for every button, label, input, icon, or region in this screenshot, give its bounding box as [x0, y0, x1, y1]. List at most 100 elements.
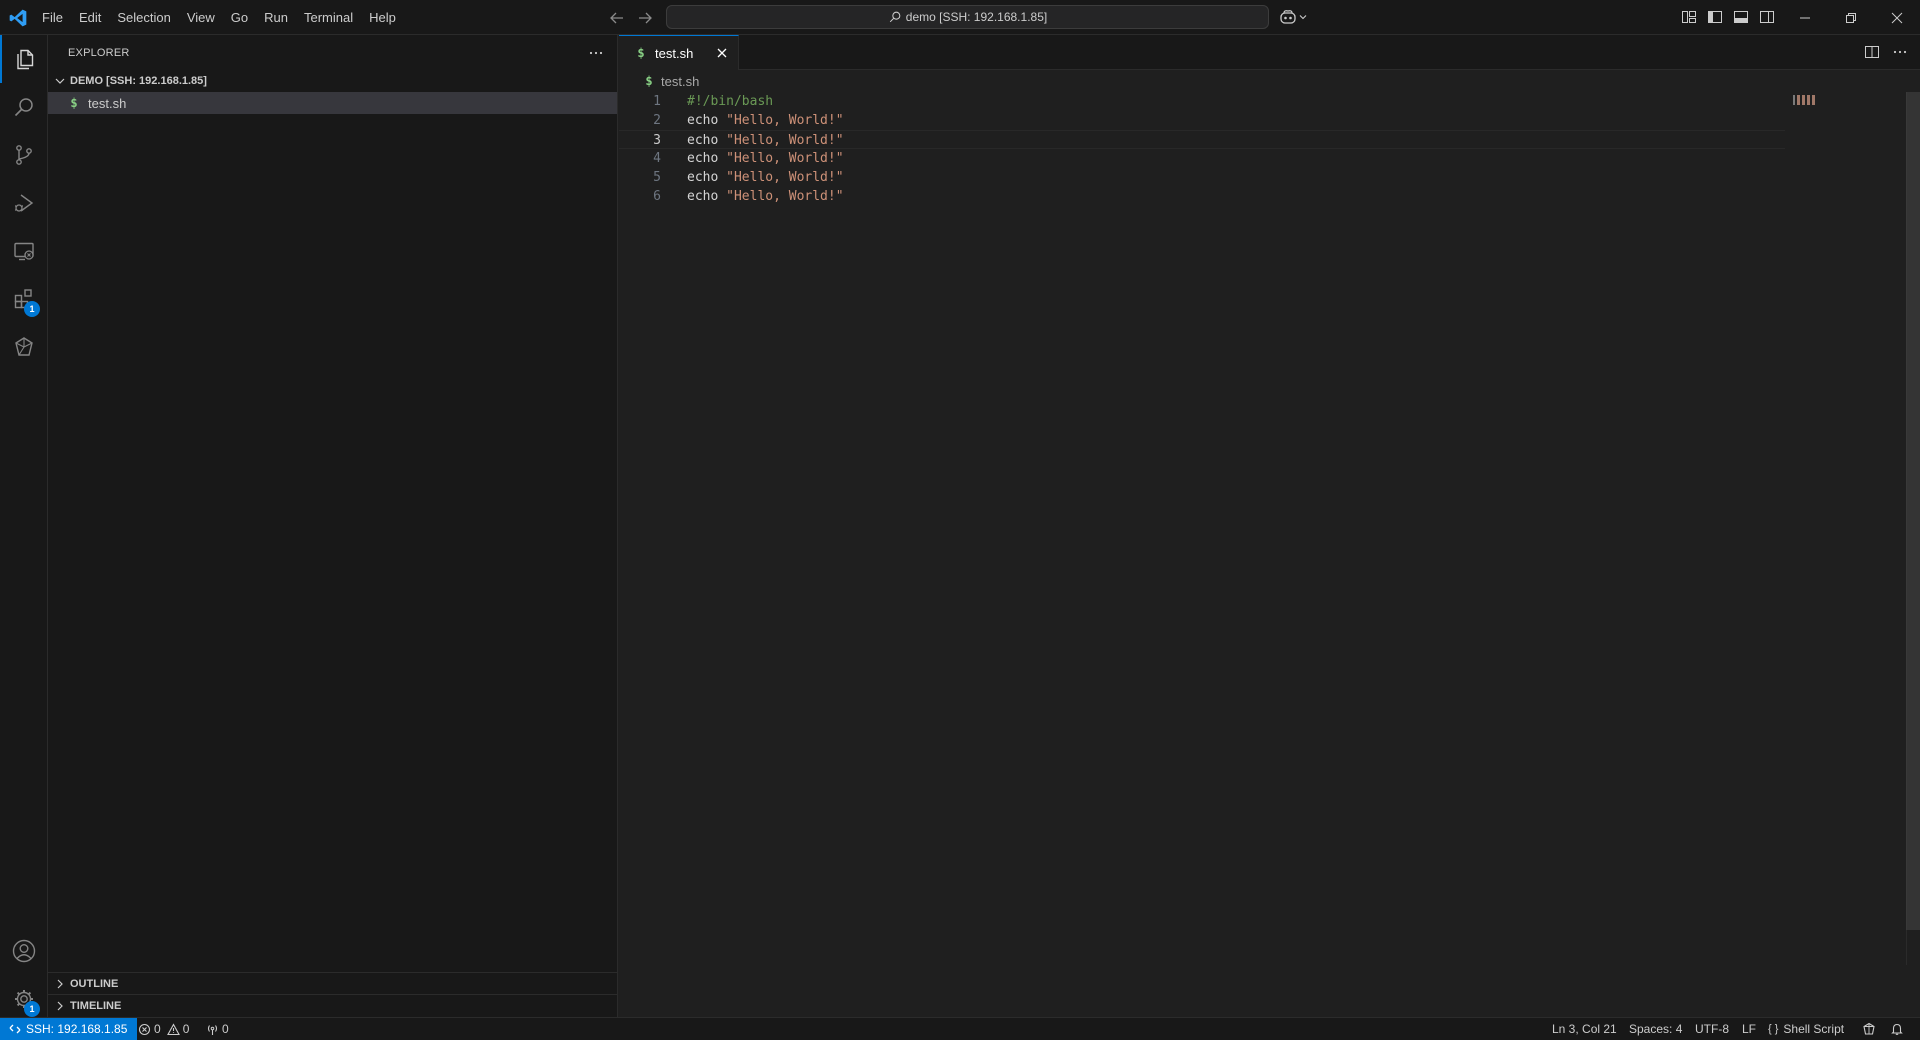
- tab-bar: $ test.sh: [619, 35, 1920, 70]
- restore-button[interactable]: [1828, 0, 1874, 35]
- timeline-pane-label: TIMELINE: [70, 999, 122, 1012]
- menu-help[interactable]: Help: [361, 5, 404, 31]
- sidebar-title: EXPLORER: [68, 47, 130, 59]
- title-bar: File Edit Selection View Go Run Terminal…: [0, 0, 1920, 35]
- restore-icon: [1846, 12, 1856, 23]
- toggle-panel-icon[interactable]: [1732, 8, 1750, 26]
- editor-group: $ test.sh $ test.sh 1 #!/bin/bash 2 echo "H…: [619, 35, 1920, 1017]
- gitlens-view-button[interactable]: [0, 323, 48, 371]
- remote-indicator[interactable]: SSH: 192.168.1.85: [0, 1018, 138, 1040]
- menu-file[interactable]: File: [34, 5, 71, 31]
- minimize-icon: [1800, 17, 1810, 18]
- language-mode-status[interactable]: { } Shell Script: [1768, 1018, 1844, 1040]
- code-line[interactable]: 6 echo "Hello, World!": [619, 187, 1919, 206]
- problems-status[interactable]: 0 0: [138, 1018, 189, 1040]
- copilot-status[interactable]: [1862, 1018, 1879, 1040]
- arrow-left-icon[interactable]: [607, 8, 627, 28]
- line-content: echo "Hello, World!": [687, 111, 844, 130]
- cursor-position: Ln 3, Col 21: [1552, 1022, 1617, 1036]
- gitlens-icon: [15, 337, 33, 356]
- braces-icon: { }: [1768, 1023, 1779, 1035]
- workspace-folder-header[interactable]: DEMO [SSH: 192.168.1.85]: [48, 70, 618, 92]
- line-number: 2: [653, 113, 661, 128]
- manage-badge: 1: [24, 1001, 40, 1017]
- eol: LF: [1742, 1022, 1757, 1036]
- shell-file-icon: $: [645, 74, 653, 88]
- file-tree-item[interactable]: $ test.sh: [48, 92, 617, 114]
- code-token: "Hello, World!": [726, 170, 844, 185]
- menu-run[interactable]: Run: [256, 5, 296, 31]
- code-line[interactable]: 5 echo "Hello, World!": [619, 168, 1919, 187]
- code-line[interactable]: 1 #!/bin/bash: [619, 92, 1919, 111]
- copilot-icon: [1280, 10, 1296, 24]
- encoding: UTF-8: [1695, 1022, 1729, 1036]
- accounts-button[interactable]: [0, 927, 48, 975]
- breadcrumb-file: test.sh: [661, 73, 700, 89]
- tab-label: test.sh: [655, 45, 694, 61]
- minimap[interactable]: [1793, 94, 1817, 106]
- chevron-right-icon: [57, 1001, 63, 1010]
- extensions-badge: 1: [24, 301, 40, 317]
- command-center-label: demo [SSH: 192.168.1.85]: [905, 10, 1048, 24]
- code-line[interactable]: 3 echo "Hello, World!": [619, 130, 1785, 149]
- code-line[interactable]: 4 echo "Hello, World!": [619, 149, 1919, 168]
- line-content: echo "Hello, World!": [687, 149, 844, 168]
- error-count: 0: [154, 1022, 161, 1036]
- arrow-right-icon[interactable]: [635, 8, 655, 28]
- more-actions-icon[interactable]: [586, 43, 606, 63]
- code-line[interactable]: 2 echo "Hello, World!": [619, 111, 1919, 130]
- outline-pane-header[interactable]: OUTLINE: [48, 972, 618, 994]
- source-control-view-button[interactable]: [0, 131, 48, 179]
- code-token: "Hello, World!": [726, 151, 844, 166]
- eol-status[interactable]: LF: [1742, 1018, 1756, 1040]
- code-token: "Hello, World!": [726, 133, 844, 148]
- vscode-logo-icon[interactable]: [8, 8, 28, 28]
- timeline-pane-header[interactable]: TIMELINE: [48, 994, 618, 1016]
- close-window-button[interactable]: [1874, 0, 1920, 35]
- language-mode: Shell Script: [1783, 1022, 1845, 1036]
- ports-status[interactable]: 0: [206, 1018, 229, 1040]
- encoding-status[interactable]: UTF-8: [1695, 1018, 1729, 1040]
- toggle-primary-sidebar-icon[interactable]: [1706, 8, 1724, 26]
- scrollbar-thumb[interactable]: [1906, 92, 1920, 930]
- minimize-button[interactable]: [1782, 0, 1828, 35]
- code-editor[interactable]: 1 #!/bin/bash 2 echo "Hello, World!" 3 echo "…: [619, 92, 1919, 206]
- source-control-icon: [16, 145, 32, 165]
- line-content: echo "Hello, World!": [687, 168, 844, 187]
- menu-terminal[interactable]: Terminal: [296, 5, 361, 31]
- command-center-search[interactable]: demo [SSH: 192.168.1.85]: [666, 5, 1269, 29]
- menu-view[interactable]: View: [179, 5, 223, 31]
- notifications-status[interactable]: [1890, 1018, 1907, 1040]
- explorer-view-button[interactable]: [0, 35, 48, 83]
- explorer-sidebar: EXPLORER DEMO [SSH: 192.168.1.85] $ test…: [48, 35, 618, 1017]
- split-editor-icon[interactable]: [1864, 44, 1880, 60]
- cursor-position-status[interactable]: Ln 3, Col 21: [1552, 1018, 1617, 1040]
- menu-selection[interactable]: Selection: [109, 5, 178, 31]
- run-debug-view-button[interactable]: [0, 179, 48, 227]
- line-content: echo "Hello, World!": [687, 131, 844, 150]
- search-view-button[interactable]: [0, 83, 48, 131]
- line-content: #!/bin/bash: [687, 92, 773, 111]
- chevron-down-icon: [55, 78, 65, 84]
- toggle-secondary-sidebar-icon[interactable]: [1758, 8, 1776, 26]
- menu-edit[interactable]: Edit: [71, 5, 109, 31]
- account-icon: [12, 939, 36, 963]
- code-token: echo: [687, 133, 719, 148]
- more-actions-icon[interactable]: [1892, 44, 1908, 60]
- chevron-right-icon: [57, 979, 63, 988]
- indentation-status[interactable]: Spaces: 4: [1629, 1018, 1682, 1040]
- breadcrumb[interactable]: $ test.sh: [641, 70, 699, 92]
- manage-button[interactable]: 1: [0, 975, 48, 1023]
- remote-explorer-view-button[interactable]: [0, 227, 48, 275]
- extensions-view-button[interactable]: 1: [0, 275, 48, 323]
- remote-label: SSH: 192.168.1.85: [26, 1022, 128, 1036]
- customize-layout-icon[interactable]: [1680, 8, 1698, 26]
- tab-test-sh[interactable]: $ test.sh: [619, 35, 739, 70]
- menu-go[interactable]: Go: [223, 5, 256, 31]
- close-icon[interactable]: [714, 45, 730, 61]
- copilot-button[interactable]: [1278, 7, 1314, 27]
- warning-count: 0: [182, 1022, 190, 1036]
